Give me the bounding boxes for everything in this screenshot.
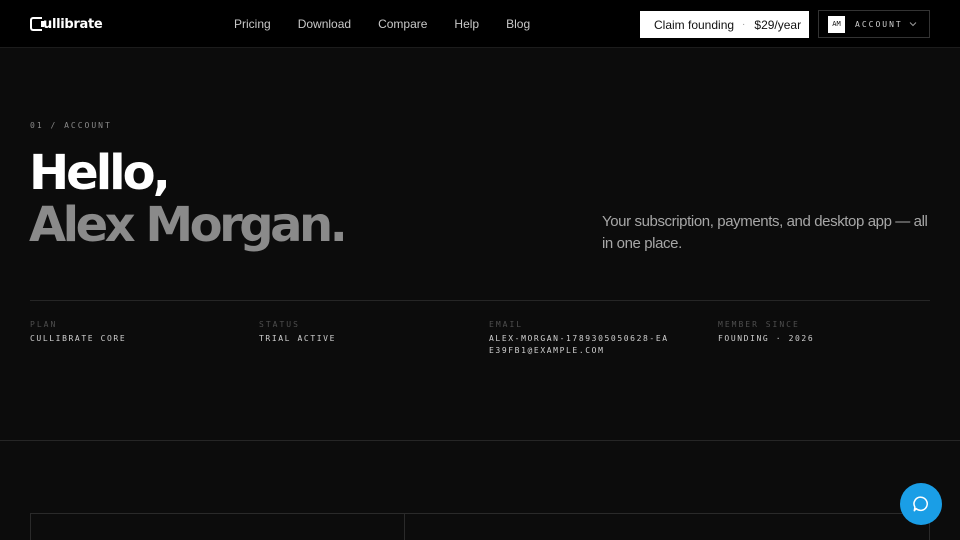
divider [30, 300, 930, 301]
chat-launcher-button[interactable] [900, 483, 942, 525]
avatar: AM [828, 15, 845, 33]
email-value: ALEX-MORGAN-1789305050628-EAE39FB1@EXAMP… [489, 334, 669, 355]
status-value: TRIAL ACTIVE [259, 334, 336, 343]
nav-link-help[interactable]: Help [454, 17, 479, 31]
nav-link-blog[interactable]: Blog [506, 17, 530, 31]
account-label: ACCOUNT [855, 19, 903, 29]
user-name-heading: Alex Morgan. [29, 197, 348, 253]
plan-value: CULLIBRATE CORE [30, 334, 127, 343]
brand-logo[interactable]: ullibrate [30, 15, 103, 33]
nav-link-pricing[interactable]: Pricing [234, 17, 271, 31]
member-since-value: FOUNDING · 2026 [718, 334, 815, 343]
member-since-label: MEMBER SINCE [718, 320, 800, 329]
section-eyebrow: 01 / ACCOUNT [30, 121, 112, 130]
nav-link-compare[interactable]: Compare [378, 17, 427, 31]
page-tagline: Your subscription, payments, and desktop… [602, 213, 928, 252]
chevron-down-icon [909, 22, 917, 27]
claim-separator: · [742, 19, 746, 30]
claim-price: $29/year [754, 17, 802, 32]
details-card [404, 513, 930, 540]
status-info: STATUS TRIAL ACTIVE [259, 320, 336, 345]
greeting-heading: Hello, [29, 145, 171, 201]
member-since-info: MEMBER SINCE FOUNDING · 2026 [718, 320, 814, 345]
nav-link-download[interactable]: Download [298, 17, 351, 31]
account-menu-button[interactable]: AM ACCOUNT [818, 10, 930, 38]
claim-founding-button[interactable]: Claim founding · $29/year [640, 11, 809, 38]
plan-label: PLAN [30, 320, 58, 329]
claim-label: Claim founding [654, 17, 735, 32]
main-nav: Pricing Download Compare Help Blog [234, 17, 530, 31]
top-navigation-bar: ullibrate Pricing Download Compare Help … [0, 0, 960, 48]
email-label: EMAIL [489, 320, 524, 329]
email-info: EMAIL ALEX-MORGAN-1789305050628-EAE39FB1… [489, 320, 669, 357]
logo-mark-icon [30, 17, 44, 31]
section-divider [0, 440, 960, 441]
brand-name: ullibrate [43, 16, 103, 32]
chat-bubble-icon [913, 496, 928, 512]
subscription-card [30, 513, 405, 540]
status-label: STATUS [259, 320, 300, 329]
plan-info: PLAN CULLIBRATE CORE [30, 320, 126, 345]
